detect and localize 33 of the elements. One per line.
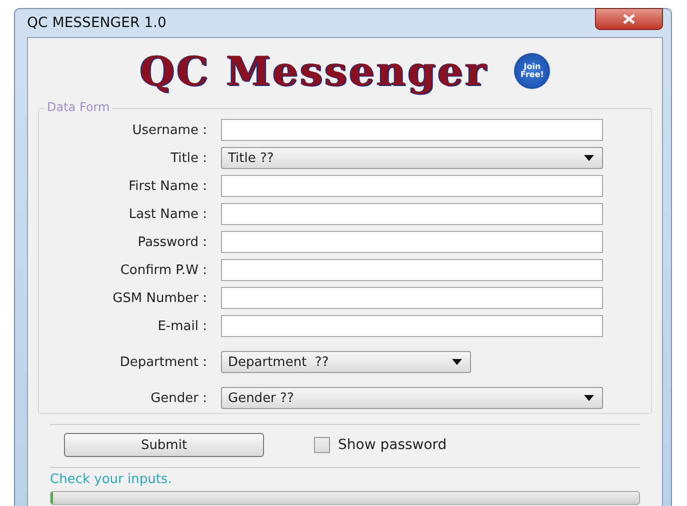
group-legend: Data Form [45, 100, 112, 114]
input-field[interactable] [221, 175, 603, 197]
dropdown[interactable]: Title ?? [221, 147, 603, 169]
field-label: First Name : [128, 178, 208, 194]
field-label: E-mail : [156, 318, 208, 334]
close-button[interactable] [595, 8, 663, 30]
field-label: Title : [170, 150, 208, 166]
input-field[interactable] [221, 287, 603, 309]
dropdown-caret-icon [584, 155, 594, 161]
field-label: Password : [136, 234, 208, 250]
window-title: QC MESSENGER 1.0 [27, 15, 166, 31]
input-field[interactable] [221, 203, 603, 225]
checkbox[interactable] [314, 437, 330, 453]
field-label: Last Name : [128, 206, 208, 222]
dropdown[interactable]: Gender ?? [221, 387, 603, 409]
dropdown-caret-icon [584, 395, 594, 401]
field-label: GSM Number : [112, 290, 208, 306]
logo-text: QC Messenger [140, 48, 488, 94]
input-field[interactable] [221, 119, 603, 141]
dropdown[interactable]: Department ?? [221, 351, 471, 373]
input-field[interactable] [221, 315, 603, 337]
field-label: Department : [118, 354, 208, 370]
close-icon [623, 14, 635, 24]
input-field[interactable] [221, 259, 603, 281]
checkbox-label: Show password [338, 437, 447, 453]
field-label: Gender : [150, 390, 208, 406]
field-label: Confirm P.W : [119, 262, 208, 278]
submit-button[interactable]: Submit [64, 433, 264, 457]
input-field[interactable] [221, 231, 603, 253]
join-badge[interactable]: Join Free! [514, 53, 550, 89]
status-message: Check your inputs. [50, 472, 173, 487]
field-label: Username : [131, 122, 208, 138]
dropdown-caret-icon [452, 359, 462, 365]
